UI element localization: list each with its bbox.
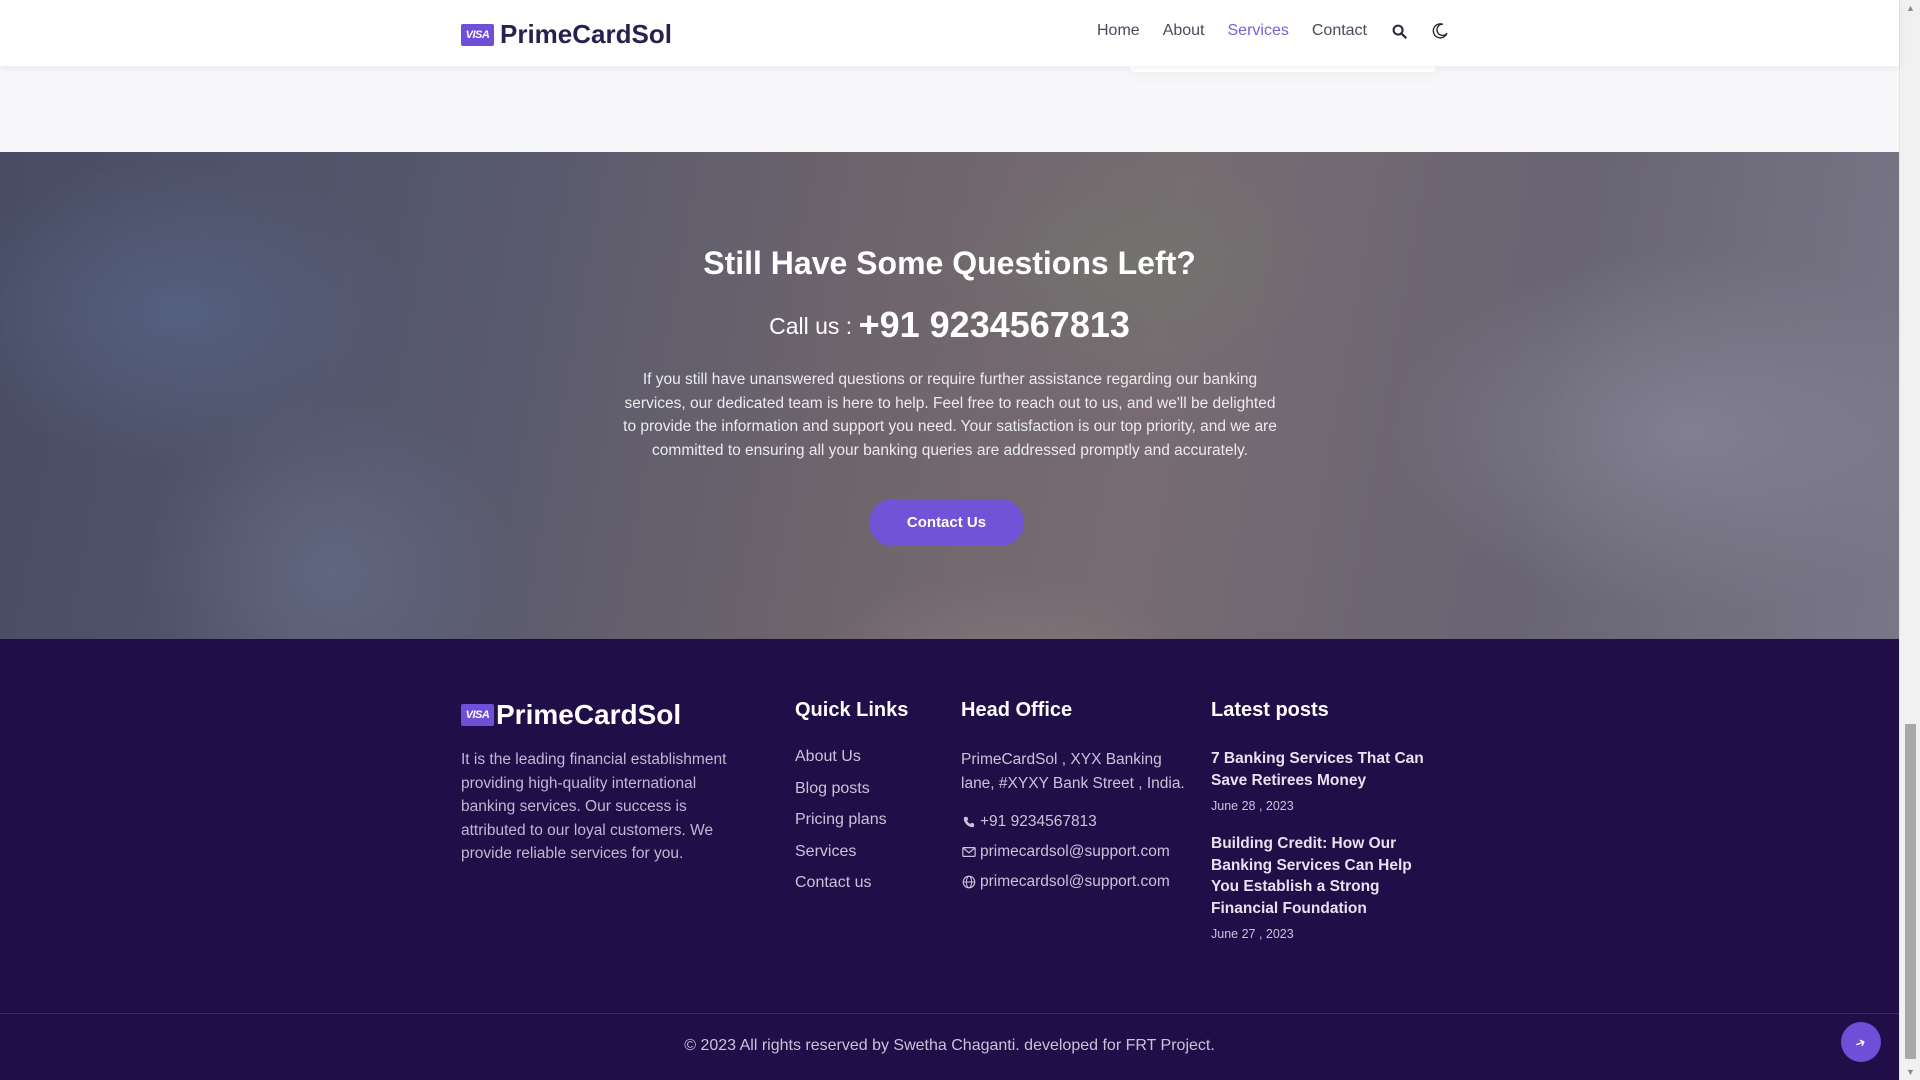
brand-name: PrimeCardSol [500,19,672,49]
footer-link-pricing-plans[interactable]: Pricing plans [795,811,887,843]
site-header: VISA PrimeCardSol Home About Services Co… [0,0,1899,66]
contact-us-button[interactable]: Contact Us [869,499,1024,546]
office-website-text: primecardsol@support.com [980,873,1170,890]
office-email-text: primecardsol@support.com [980,843,1170,860]
latest-posts-title: Latest posts [1211,699,1329,721]
footer-brand-name: PrimeCardSol [496,699,682,730]
site-footer: VISA PrimeCardSol It is the leading fina… [0,639,1899,1080]
post-title-link[interactable]: Building Credit: How Our Banking Service… [1211,833,1441,919]
quick-links-list: About Us Blog posts Pricing plans Servic… [795,748,887,906]
office-phone[interactable]: +91 9234567813 [961,807,1191,837]
scroll-down-icon[interactable]: ▼ [1900,1064,1920,1080]
post-item: 7 Banking Services That Can Save Retiree… [1211,748,1441,813]
footer-link-blog-posts[interactable]: Blog posts [795,780,887,812]
office-website[interactable]: primecardsol@support.com [961,867,1191,897]
moon-icon[interactable] [1431,22,1449,40]
phone-icon [961,816,976,828]
brand-logo[interactable]: VISA PrimeCardSol [461,19,672,50]
post-date: June 28 , 2023 [1211,799,1294,813]
back-to-top-button[interactable] [1841,1022,1881,1062]
office-address: PrimeCardSol , XYX Banking lane, #XYXY B… [961,751,1185,792]
scrollbar-thumb[interactable] [1905,724,1916,1059]
page: VISA PrimeCardSol Home About Services Co… [0,0,1899,1080]
nav-contact[interactable]: Contact [1312,22,1367,40]
cta-title: Still Have Some Questions Left? [703,245,1196,281]
card-edge [1130,66,1436,72]
cta-call-prefix: Call us : [769,313,853,339]
footer-link-services[interactable]: Services [795,843,887,875]
search-icon[interactable] [1390,22,1408,40]
footer-link-about-us[interactable]: About Us [795,748,887,780]
latest-posts-list: 7 Banking Services That Can Save Retiree… [1211,748,1441,961]
post-item: Building Credit: How Our Banking Service… [1211,833,1441,941]
visa-card-icon: VISA [461,704,494,726]
head-office-title: Head Office [961,699,1073,721]
footer-about-text: It is the leading financial establishmen… [461,751,727,862]
office-email[interactable]: primecardsol@support.com [961,837,1191,867]
contact-cta-section: Still Have Some Questions Left? Call us … [0,152,1899,639]
visa-card-icon: VISA [461,23,494,46]
vertical-scrollbar[interactable]: ▲ ▼ [1899,0,1920,1080]
cta-description: If you still have unanswered questions o… [623,371,1277,459]
office-phone-text: +91 9234567813 [980,813,1097,830]
nav-home[interactable]: Home [1097,22,1140,40]
scroll-up-icon[interactable]: ▲ [1900,0,1920,16]
nav-services[interactable]: Services [1228,22,1289,40]
main-nav: Home About Services Contact [1097,22,1449,40]
copyright-text: © 2023 All rights reserved by Swetha Cha… [684,1037,1215,1054]
globe-icon [961,875,976,889]
envelope-icon [961,846,976,858]
arrow-up-right-icon [1856,1039,1865,1047]
head-office-info: PrimeCardSol , XYX Banking lane, #XYXY B… [961,748,1191,897]
cta-call-line: Call us : +91 9234567813 [0,304,1899,346]
quick-links-title: Quick Links [795,699,909,721]
footer-brand-logo[interactable]: VISA PrimeCardSol [461,699,681,731]
nav-about[interactable]: About [1163,22,1205,40]
post-date: June 27 , 2023 [1211,927,1294,941]
footer-link-contact-us[interactable]: Contact us [795,874,887,906]
cta-phone-number[interactable]: +91 9234567813 [859,304,1130,345]
footer-divider [0,1013,1899,1014]
post-title-link[interactable]: 7 Banking Services That Can Save Retiree… [1211,748,1441,791]
